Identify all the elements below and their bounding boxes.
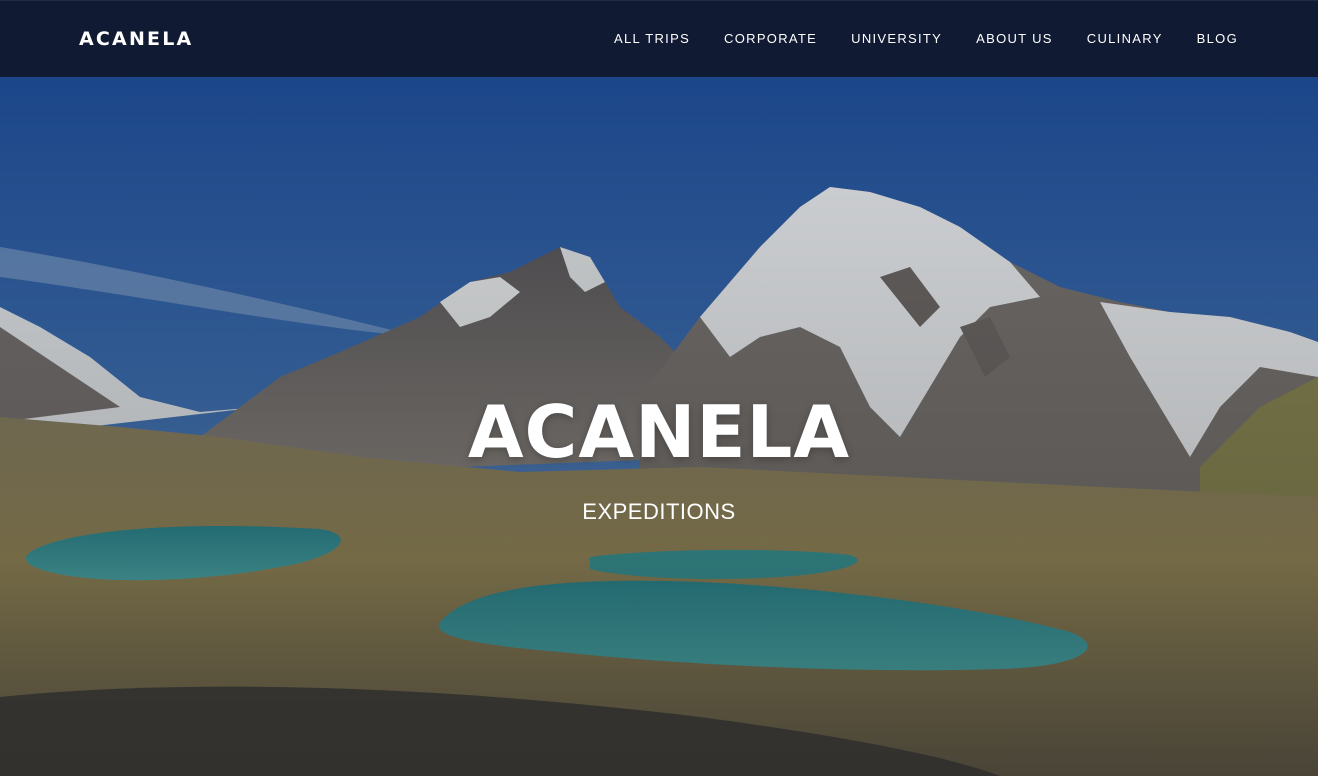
site-logo[interactable]: ACANELA bbox=[79, 28, 193, 50]
nav-item-all-trips[interactable]: ALL TRIPS bbox=[614, 31, 690, 47]
hero-title: ACANELA bbox=[467, 390, 851, 474]
hero-subtitle: EXPEDITIONS bbox=[582, 499, 736, 524]
nav-item-blog[interactable]: BLOG bbox=[1197, 31, 1238, 47]
nav-item-about-us[interactable]: ABOUT US bbox=[976, 31, 1053, 47]
hero-section: ACANELA EXPEDITIONS bbox=[0, 77, 1318, 776]
top-navbar: ACANELA ALL TRIPS CORPORATE UNIVERSITY A… bbox=[0, 0, 1318, 77]
nav-item-corporate[interactable]: CORPORATE bbox=[724, 31, 817, 47]
nav-item-university[interactable]: UNIVERSITY bbox=[851, 31, 942, 47]
main-nav: ALL TRIPS CORPORATE UNIVERSITY ABOUT US … bbox=[614, 31, 1238, 47]
nav-item-culinary[interactable]: CULINARY bbox=[1087, 31, 1163, 47]
